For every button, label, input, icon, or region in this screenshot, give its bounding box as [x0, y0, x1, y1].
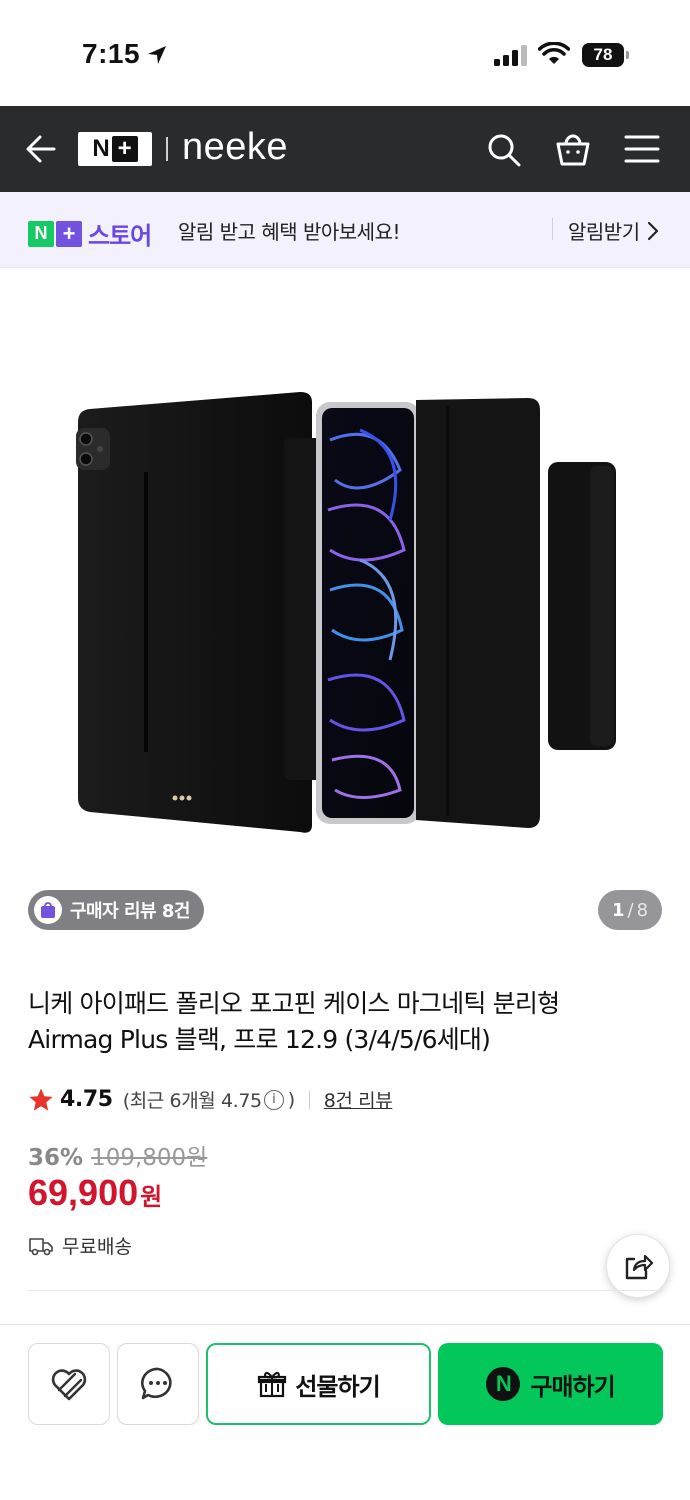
discount-row: 36% 109,800원	[28, 1138, 207, 1172]
menu-icon[interactable]	[624, 134, 660, 164]
review-badge[interactable]: 구매자 리뷰 8건	[28, 890, 204, 930]
gift-label: 선물하기	[295, 1372, 380, 1401]
search-icon[interactable]	[486, 132, 522, 168]
star-icon	[29, 1088, 53, 1111]
promo-banner[interactable]: N + 스토어 알림 받고 혜택 받아보세요! 알림받기	[0, 192, 690, 268]
brand-divider	[166, 137, 168, 161]
promo-logo-n: N	[28, 220, 54, 247]
product-image[interactable]	[60, 380, 630, 840]
sale-price-amount: 69,900	[28, 1172, 139, 1213]
buy-label: 구매하기	[530, 1372, 615, 1401]
image-counter: 1 / 8	[598, 890, 662, 930]
review-count-link[interactable]: 8건 리뷰	[324, 1086, 393, 1113]
battery-icon: 78	[582, 43, 630, 67]
signal-icon	[494, 45, 527, 66]
share-icon	[625, 1254, 654, 1280]
nplus-logo: N +	[78, 132, 152, 166]
shopping-bag-icon	[34, 896, 62, 924]
notify-button[interactable]: 알림받기	[568, 216, 660, 245]
rating-recent: (최근 6개월 4.75	[122, 1090, 262, 1112]
chat-button[interactable]	[117, 1343, 199, 1425]
notify-label: 알림받기	[568, 220, 640, 244]
heart-icon	[51, 1369, 87, 1401]
promo-logo-plus: +	[56, 220, 82, 247]
brand-name: neeke	[182, 126, 289, 168]
sale-price-unit: 원	[140, 1183, 163, 1211]
original-price: 109,800원	[91, 1145, 208, 1171]
buy-button[interactable]: N 구매하기	[438, 1343, 663, 1425]
rating-row: 4.75 (최근 6개월 4.75 i ) 8건 리뷰	[28, 1086, 393, 1113]
wifi-icon	[538, 42, 570, 64]
brand-logo[interactable]: N + neeke	[78, 128, 288, 166]
naver-n-icon: N	[486, 1367, 521, 1401]
shipping-info: 무료배송	[28, 1232, 132, 1259]
back-arrow-icon[interactable]	[24, 133, 58, 165]
promo-store-label: 스토어	[88, 222, 152, 250]
app-header: N + neeke	[0, 106, 690, 192]
image-counter-current: 1	[611, 899, 625, 921]
status-time: 7:15	[82, 38, 141, 69]
image-counter-separator: /	[627, 899, 634, 921]
status-bar: 7:15 78	[0, 0, 690, 106]
nplus-store-logo: N + 스토어	[28, 216, 152, 251]
chat-bubble-icon	[141, 1367, 172, 1400]
discount-rate: 36%	[28, 1145, 84, 1171]
rating-score: 4.75	[60, 1087, 113, 1112]
truck-icon	[29, 1237, 53, 1255]
nplus-plus: +	[111, 136, 138, 162]
shipping-label: 무료배송	[62, 1236, 132, 1258]
nplus-letter: N	[92, 135, 110, 162]
location-arrow-icon	[148, 46, 166, 64]
promo-divider	[552, 218, 553, 240]
rating-recent-close: )	[287, 1088, 295, 1111]
bottom-action-bar: 선물하기 N 구매하기	[0, 1324, 690, 1500]
battery-level: 78	[582, 43, 624, 67]
review-badge-label: 구매자 리뷰 8건	[70, 901, 190, 922]
info-divider	[28, 1290, 662, 1291]
wishlist-button[interactable]	[28, 1343, 110, 1425]
rating-divider	[308, 1090, 310, 1109]
product-title: 니케 아이패드 폴리오 포고핀 케이스 마그네틱 분리형 Airmag Plus…	[28, 989, 560, 1054]
promo-message: 알림 받고 혜택 받아보세요!	[178, 220, 401, 244]
sale-price: 69,900 원	[28, 1172, 162, 1214]
cart-icon[interactable]	[554, 130, 592, 168]
info-icon[interactable]: i	[263, 1089, 284, 1110]
gift-button[interactable]: 선물하기	[206, 1343, 431, 1425]
chevron-right-icon	[647, 221, 658, 240]
share-button[interactable]	[606, 1234, 670, 1298]
image-counter-total: 8	[636, 899, 649, 921]
gift-icon	[258, 1371, 287, 1398]
